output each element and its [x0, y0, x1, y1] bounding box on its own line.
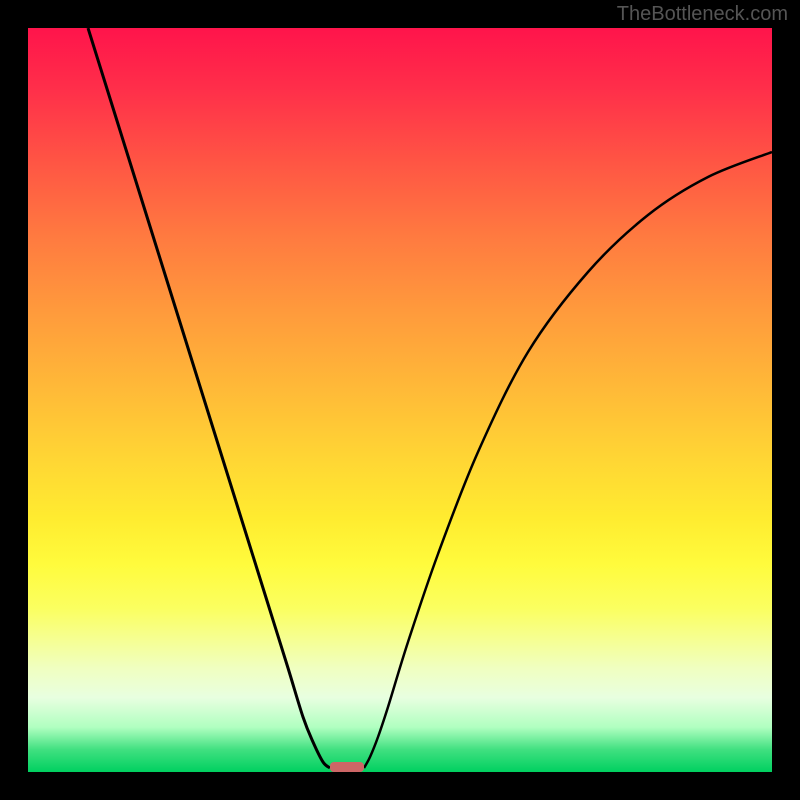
right-curve-path [364, 152, 772, 768]
left-curve-path [88, 28, 330, 768]
watermark-text: TheBottleneck.com [617, 3, 788, 26]
chart-curves-svg [28, 28, 772, 772]
bottleneck-marker [330, 762, 364, 772]
chart-frame [28, 28, 772, 772]
